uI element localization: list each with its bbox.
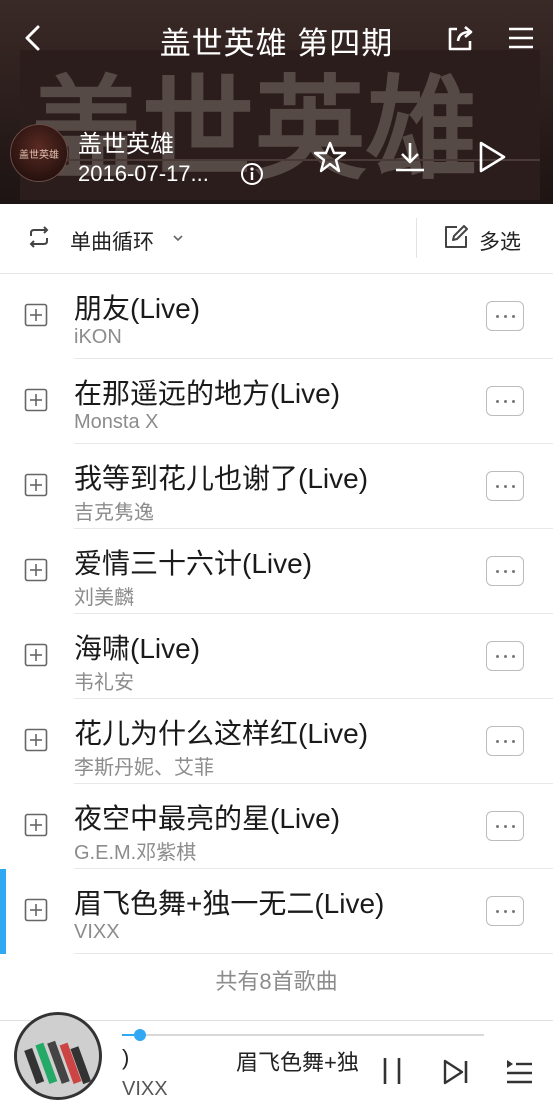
player-title: 眉飞色舞+独 [236,1050,359,1075]
edit-icon[interactable] [443,224,469,250]
song-artist: 吉克隽逸 [74,502,154,524]
song-artist: 韦礼安 [74,672,134,694]
add-to-playlist-icon[interactable] [24,558,48,582]
song-artist: G.E.M.邓紫棋 [74,842,197,864]
more-options-button[interactable] [486,896,524,926]
player-title-tail: ) [122,1045,130,1070]
song-title: 夜空中最亮的星(Live) [74,803,341,834]
more-options-button[interactable] [486,811,524,841]
more-options-button[interactable] [486,386,524,416]
song-title: 我等到花儿也谢了(Live) [74,463,369,494]
add-to-playlist-icon[interactable] [24,813,48,837]
album-date: 2016-07-17... [78,161,209,186]
loop-mode-label[interactable]: 单曲循环 [70,226,154,256]
download-icon[interactable] [393,140,427,174]
add-to-playlist-icon[interactable] [24,643,48,667]
star-icon[interactable] [313,140,347,174]
song-title: 花儿为什么这样红(Live) [74,718,369,749]
toolbar-divider [416,218,417,258]
song-row[interactable]: 爱情三十六计(Live) 刘美麟 [0,529,553,614]
add-to-playlist-icon[interactable] [24,898,48,922]
cover-text: 盖世英雄 [19,149,59,161]
album-cover[interactable]: 盖世英雄 [10,124,68,182]
menu-icon[interactable] [505,22,537,54]
share-icon[interactable] [444,22,476,54]
more-options-button[interactable] [486,301,524,331]
more-options-button[interactable] [486,726,524,756]
now-playing-indicator [0,869,6,954]
more-options-button[interactable] [486,556,524,586]
song-artist: 刘美麟 [74,587,134,609]
pause-icon[interactable] [378,1055,406,1087]
next-icon[interactable] [440,1057,470,1087]
player-artist: VIXX [122,1078,168,1100]
song-row[interactable]: 眉飞色舞+独一无二(Live) VIXX [0,869,553,954]
song-title: 朋友(Live) [74,293,201,324]
player-cover[interactable] [14,1012,102,1100]
song-title: 眉飞色舞+独一无二(Live) [74,888,385,919]
top-nav: 盖世英雄 第四期 [0,0,553,76]
play-icon[interactable] [474,140,508,174]
info-icon[interactable] [240,162,264,186]
song-row[interactable]: 在那遥远的地方(Live) Monsta X [0,359,553,444]
album-name: 盖世英雄 [78,131,174,158]
more-options-button[interactable] [486,641,524,671]
chevron-down-icon[interactable] [172,232,184,244]
song-artist: 李斯丹妮、艾菲 [74,757,214,779]
song-count: 共有8首歌曲 [215,969,338,994]
song-artist: VIXX [74,921,120,943]
row-divider [74,953,553,954]
more-options-button[interactable] [486,471,524,501]
song-title: 海啸(Live) [74,633,201,664]
progress-track[interactable] [122,1034,484,1036]
song-row[interactable]: 夜空中最亮的星(Live) G.E.M.邓紫棋 [0,784,553,869]
song-artist: iKON [74,326,122,348]
add-to-playlist-icon[interactable] [24,388,48,412]
song-row[interactable]: 花儿为什么这样红(Live) 李斯丹妮、艾菲 [0,699,553,784]
album-header: 盖世英雄 盖世英雄 第四期 盖世英雄 盖世英雄 2016-07-17... [0,0,553,204]
song-row[interactable]: 朋友(Live) iKON [0,274,553,359]
multi-select-button[interactable]: 多选 [479,226,521,256]
song-title: 爱情三十六计(Live) [74,548,313,579]
song-title: 在那遥远的地方(Live) [74,378,341,409]
song-row[interactable]: 我等到花儿也谢了(Live) 吉克隽逸 [0,444,553,529]
add-to-playlist-icon[interactable] [24,728,48,752]
song-artist: Monsta X [74,411,159,433]
loop-icon[interactable] [26,224,52,250]
queue-icon[interactable] [504,1057,534,1087]
add-to-playlist-icon[interactable] [24,473,48,497]
add-to-playlist-icon[interactable] [24,303,48,327]
song-row[interactable]: 海啸(Live) 韦礼安 [0,614,553,699]
progress-knob[interactable] [134,1029,147,1041]
